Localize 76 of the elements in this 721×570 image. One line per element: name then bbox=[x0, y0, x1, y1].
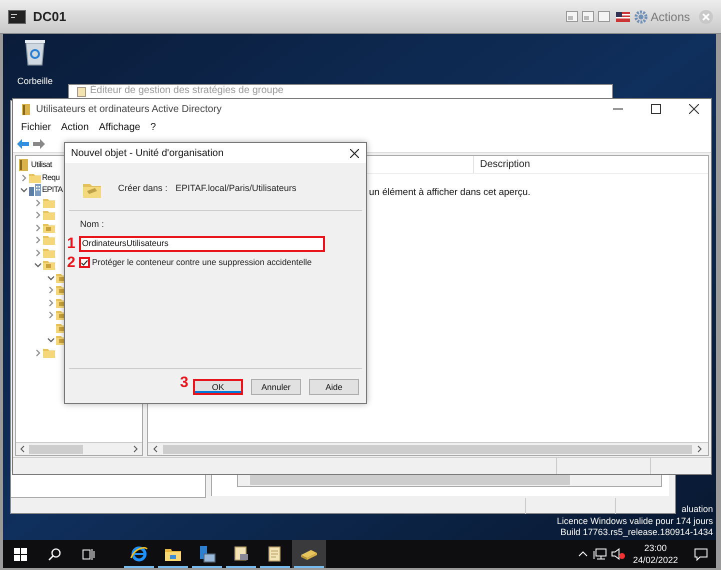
date-text: 24/02/2022 bbox=[632, 554, 678, 566]
notice-text: Build 17763.rs5_release.180914-1434 bbox=[560, 527, 713, 538]
menu-item[interactable]: ? bbox=[150, 120, 156, 134]
checkbox[interactable] bbox=[79, 257, 90, 268]
maximize-icon[interactable] bbox=[651, 104, 661, 114]
document-icon bbox=[77, 87, 86, 97]
building-icon bbox=[29, 184, 41, 196]
notice-text: aluation bbox=[681, 504, 713, 516]
forward-arrow-icon[interactable] bbox=[33, 138, 45, 148]
volume-muted-icon[interactable] bbox=[610, 548, 625, 560]
chevron-right-icon[interactable] bbox=[20, 174, 28, 182]
folder-icon bbox=[42, 259, 54, 272]
menu-item[interactable]: Fichier bbox=[21, 120, 52, 134]
back-arrow-icon[interactable] bbox=[17, 138, 29, 148]
step-number: 3 bbox=[180, 374, 188, 391]
folder-icon bbox=[42, 222, 54, 234]
step-number: 2 bbox=[67, 254, 76, 270]
dialog-button[interactable]: Annuler bbox=[251, 379, 301, 396]
notification-icon[interactable] bbox=[694, 548, 708, 560]
time-text: 23:00 bbox=[644, 542, 667, 554]
flag-icon[interactable] bbox=[616, 12, 630, 22]
close-icon[interactable] bbox=[350, 148, 359, 158]
caret-up-icon[interactable] bbox=[578, 550, 588, 558]
field-label: Nom : bbox=[80, 218, 106, 231]
scroll-right-icon[interactable] bbox=[133, 445, 139, 453]
window-title: Utilisateurs et ordinateurs Active Directory bbox=[36, 102, 222, 116]
windows-start-icon bbox=[14, 548, 26, 560]
close-icon[interactable] bbox=[689, 104, 699, 114]
server-icon bbox=[198, 545, 216, 563]
column-header[interactable]: Description bbox=[480, 157, 530, 172]
folder-icon bbox=[29, 172, 41, 184]
field-label: Créer dans : bbox=[118, 182, 168, 196]
recycle-bin-icon[interactable] bbox=[23, 38, 47, 66]
window-title: DC01 bbox=[33, 8, 66, 26]
scrollbar[interactable] bbox=[16, 442, 142, 455]
clock[interactable]: 23:00 24/02/2022 bbox=[632, 542, 678, 566]
network-icon[interactable] bbox=[592, 548, 607, 560]
book-icon bbox=[18, 159, 30, 172]
path-text: EPITAF.local/Paris/Utilisateurs bbox=[176, 182, 296, 196]
step-number: 1 bbox=[67, 234, 76, 252]
dialog-button[interactable]: Aide bbox=[309, 379, 359, 396]
name-input[interactable]: OrdinateursUtilisateurs bbox=[81, 238, 323, 250]
monitor-icon bbox=[8, 10, 26, 24]
menu-item[interactable]: Action bbox=[61, 120, 89, 134]
book-icon bbox=[21, 104, 30, 114]
tree-item[interactable]: Utilisat bbox=[31, 159, 52, 172]
folder-icon bbox=[42, 346, 54, 359]
scroll-right-icon[interactable] bbox=[697, 445, 703, 453]
dialog-button[interactable]: OK bbox=[193, 379, 243, 395]
window-icon[interactable] bbox=[566, 11, 578, 22]
scroll-left-icon[interactable] bbox=[19, 445, 25, 453]
desktop-icon-label[interactable]: Corbeille bbox=[17, 75, 53, 88]
chevron-down-icon[interactable] bbox=[20, 186, 28, 194]
window-icon[interactable] bbox=[582, 11, 594, 22]
tree-item[interactable]: EPITA bbox=[42, 184, 63, 196]
folder-icon bbox=[42, 196, 54, 209]
globe-icon bbox=[130, 545, 148, 563]
scroll-left-icon[interactable] bbox=[152, 445, 158, 453]
chevron-down-icon[interactable] bbox=[47, 336, 55, 344]
scroll-icon bbox=[232, 545, 250, 563]
task-view-icon bbox=[82, 548, 94, 560]
folder-icon bbox=[42, 234, 54, 246]
dialog-title: Nouvel objet - Unité d'organisation bbox=[71, 146, 224, 160]
notice-text: Licence Windows valide pour 174 jours bbox=[556, 516, 713, 527]
folder-icon bbox=[42, 209, 54, 222]
empty-message: un élément à afficher dans cet aperçu. bbox=[369, 187, 530, 198]
window-icon[interactable] bbox=[598, 11, 610, 22]
chevron-right-icon[interactable] bbox=[34, 348, 42, 357]
folder-icon bbox=[42, 246, 54, 259]
window-title: Éditeur de gestion des stratégies de groupe bbox=[90, 85, 284, 97]
search-icon bbox=[48, 548, 60, 560]
taskbar-button[interactable] bbox=[292, 540, 326, 568]
scrollbar[interactable] bbox=[148, 442, 708, 455]
checkbox-label[interactable]: Protéger le conteneur contre une suppression accidentelle bbox=[92, 256, 312, 269]
menu-item[interactable]: Affichage bbox=[98, 120, 140, 134]
tree-item[interactable]: Requ bbox=[42, 172, 60, 184]
